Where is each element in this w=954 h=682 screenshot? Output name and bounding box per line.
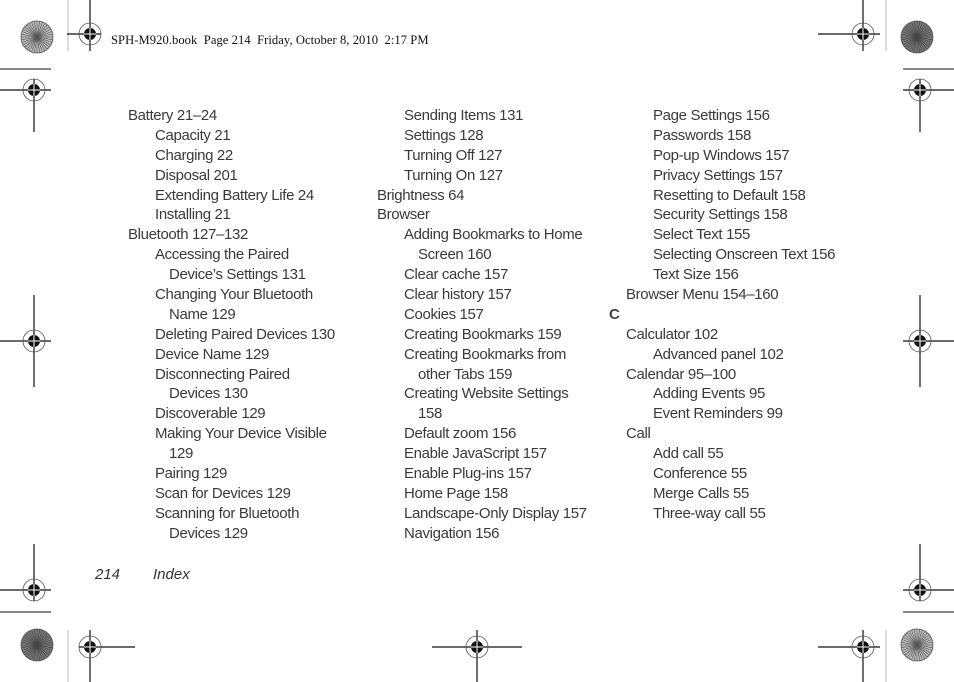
registration-crosshair-icon bbox=[818, 0, 880, 51]
printer-marks-layer bbox=[0, 0, 954, 682]
registration-crosshair-icon bbox=[903, 295, 954, 387]
registration-crosshair-icon bbox=[903, 544, 954, 602]
color-wheel-icon bbox=[20, 628, 54, 662]
registration-crosshair-icon bbox=[903, 78, 954, 132]
color-wheel-icon bbox=[900, 628, 934, 662]
color-wheel-icon bbox=[900, 20, 934, 54]
registration-crosshair-icon bbox=[818, 630, 880, 682]
color-wheel-icon bbox=[20, 20, 54, 54]
registration-crosshair-icon bbox=[67, 0, 102, 51]
registration-crosshair-icon bbox=[0, 78, 51, 132]
registration-crosshair-icon bbox=[0, 544, 51, 602]
registration-crosshair-icon bbox=[78, 630, 135, 682]
registration-crosshair-icon bbox=[432, 630, 522, 682]
registration-crosshair-icon bbox=[0, 295, 51, 387]
